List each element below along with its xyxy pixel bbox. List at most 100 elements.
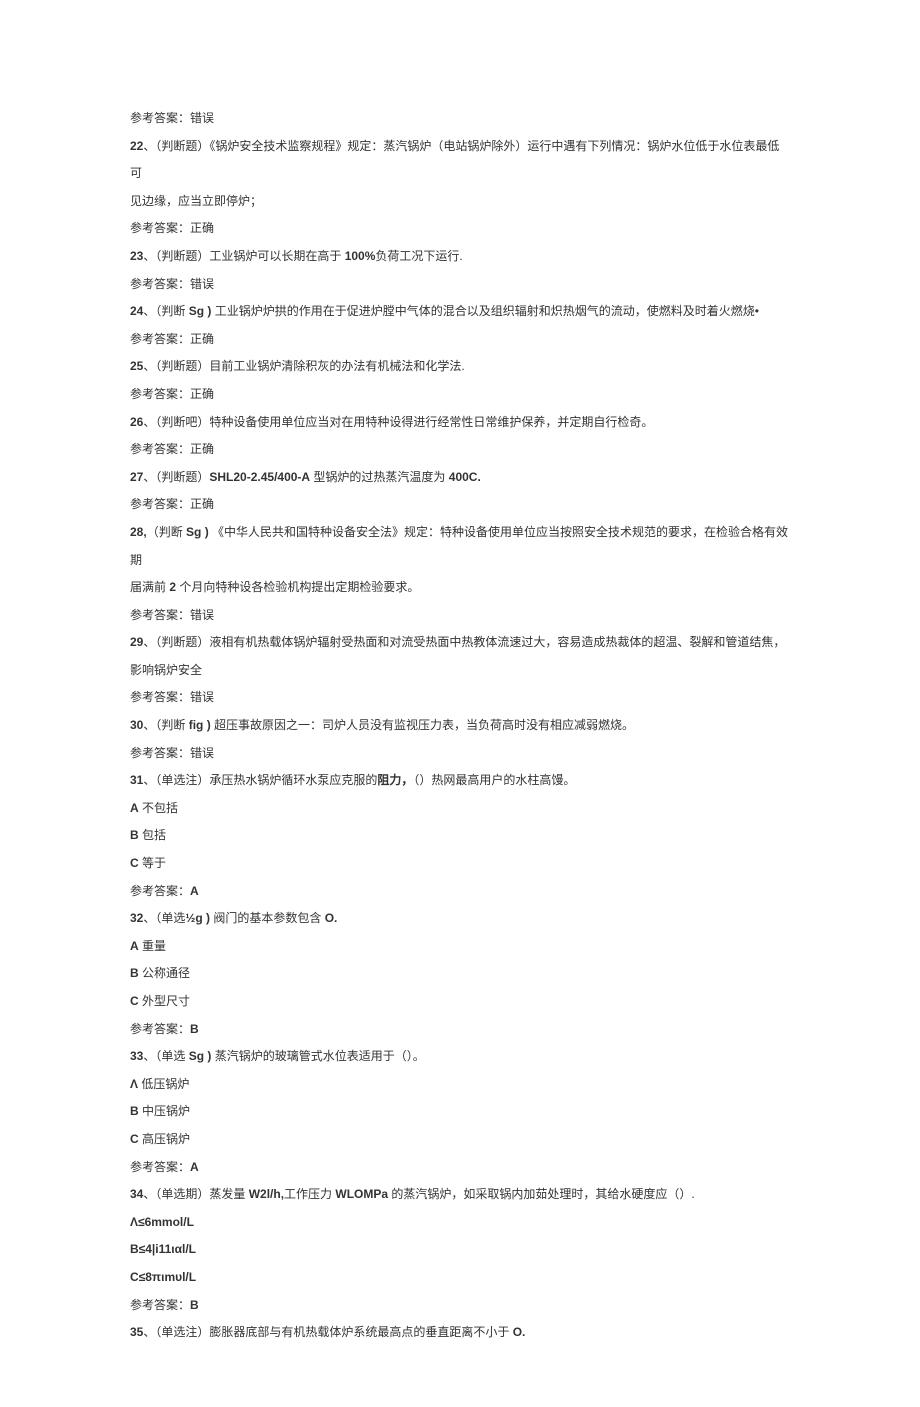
text-span: A	[190, 884, 199, 898]
text-span: 、（单选注）承压热水锅炉循环水泵应克服的	[143, 773, 377, 787]
text-span: B	[130, 1104, 139, 1118]
text-line: Λ 低压锅炉	[130, 1071, 790, 1099]
text-span: 、（判断	[143, 718, 188, 732]
text-line: A 不包括	[130, 795, 790, 823]
text-span: 29	[130, 635, 143, 649]
text-span: 不包括	[139, 801, 178, 815]
text-span: SHL20-2.45/400-A	[209, 470, 310, 484]
text-line: 25、（判断题）目前工业锅炉清除积灰的办法有机械法和化学法.	[130, 353, 790, 381]
text-span: 、（判断题）	[143, 470, 209, 484]
text-span: 重量	[139, 939, 166, 953]
text-line: 参考答案：正确	[130, 326, 790, 354]
text-span: 28,	[130, 525, 147, 539]
text-span: A	[190, 1160, 199, 1174]
text-line: 参考答案：B	[130, 1016, 790, 1044]
text-line: 参考答案：错误	[130, 602, 790, 630]
text-line: 23、（判断题）工业锅炉可以长期在高于 100%负荷工况下运行.	[130, 243, 790, 271]
text-line: C 外型尺寸	[130, 988, 790, 1016]
text-span: 《中华人民共和国特种设备安全法》规定：特种设备使用单位应当按照安全技术规范的要求…	[130, 525, 788, 567]
text-span: 中压锅炉	[139, 1104, 190, 1118]
text-span: 、（判断题）工业锅炉可以长期在高于	[143, 249, 344, 263]
text-span: 型锅炉的过热蒸汽温度为	[310, 470, 449, 484]
text-span: 阀门的基本参数包含	[210, 911, 325, 925]
text-span: 100%	[345, 249, 376, 263]
text-line: 33、（单选 Sg ) 蒸汽锅炉的玻璃管式水位表适用于（）。	[130, 1043, 790, 1071]
text-line: 参考答案：错误	[130, 271, 790, 299]
text-span: （）热网最高用户的水柱高馒。	[413, 773, 575, 787]
document-content: 参考答案：错误22、（判断题）《锅炉安全技术监察规程》规定：蒸汽锅炉（电站锅炉除…	[130, 105, 790, 1347]
text-line: 见边缘，应当立即停炉；	[130, 188, 790, 216]
text-span: Λ	[130, 1077, 138, 1091]
text-span: 、（判断题）《锅炉安全技术监察规程》规定：蒸汽锅炉（电站锅炉除外）运行中遇有下列…	[130, 139, 779, 181]
text-span: C	[130, 856, 139, 870]
text-span: B	[130, 828, 139, 842]
text-span: 蒸汽锅炉的玻璃管式水位表适用于（）。	[211, 1049, 424, 1063]
text-span: 27	[130, 470, 143, 484]
text-line: 22、（判断题）《锅炉安全技术监察规程》规定：蒸汽锅炉（电站锅炉除外）运行中遇有…	[130, 133, 790, 188]
text-span: 超压事故原因之一：司炉人员没有监视压力表，当负荷高时没有相应减弱燃烧。	[211, 718, 634, 732]
text-span: O.	[513, 1325, 526, 1339]
text-line: 35、（单选注）膨胀器底部与有机热载体炉系统最高点的垂直距离不小于 O.	[130, 1319, 790, 1347]
document-page: 参考答案：错误22、（判断题）《锅炉安全技术监察规程》规定：蒸汽锅炉（电站锅炉除…	[0, 0, 920, 1407]
text-line: C 等于	[130, 850, 790, 878]
text-span: fig )	[189, 718, 211, 732]
text-span: 参考答案：	[130, 1022, 190, 1036]
text-line: 28,（判断 Sg ) 《中华人民共和国特种设备安全法》规定：特种设备使用单位应…	[130, 519, 790, 574]
text-line: 参考答案：错误	[130, 740, 790, 768]
text-line: 参考答案：B	[130, 1292, 790, 1320]
text-span: C	[130, 994, 139, 1008]
text-line: 参考答案：A	[130, 878, 790, 906]
text-span: 届满前	[130, 580, 169, 594]
text-span: 24	[130, 304, 143, 318]
text-line: Λ≤6mmol/L	[130, 1209, 790, 1237]
text-span: 外型尺寸	[139, 994, 190, 1008]
text-span: B	[190, 1298, 199, 1312]
text-span: 公称通径	[139, 966, 190, 980]
text-line: 31、（单选注）承压热水锅炉循环水泵应克服的阻力，（）热网最高用户的水柱高馒。	[130, 767, 790, 795]
text-span: WLOMPa	[335, 1187, 388, 1201]
text-line: 32、（单选½g ) 阀门的基本参数包含 O.	[130, 905, 790, 933]
text-span: 31	[130, 773, 143, 787]
text-span: C≤8πιmυl/L	[130, 1270, 196, 1284]
text-line: 参考答案：错误	[130, 105, 790, 133]
text-span: A	[130, 801, 139, 815]
text-span: 、（判断题）目前工业锅炉清除积灰的办法有机械法和化学法.	[143, 359, 464, 373]
text-line: 影响锅炉安全	[130, 657, 790, 685]
text-span: C	[130, 1132, 139, 1146]
text-span: ½g )	[185, 911, 210, 925]
text-span: B	[130, 966, 139, 980]
text-line: 29、（判断题）液相有机热载体锅炉辐射受热面和对流受热面中热教体流速过大，容易造…	[130, 629, 790, 657]
text-span: B	[190, 1022, 199, 1036]
text-line: 参考答案：错误	[130, 684, 790, 712]
text-span: 35	[130, 1325, 143, 1339]
text-line: 参考答案：正确	[130, 491, 790, 519]
text-span: 33	[130, 1049, 143, 1063]
text-line: B 公称通径	[130, 960, 790, 988]
text-line: 参考答案：A	[130, 1154, 790, 1182]
text-span: 、（单选注）膨胀器底部与有机热载体炉系统最高点的垂直距离不小于	[143, 1325, 512, 1339]
text-span: 、（判断题）液相有机热载体锅炉辐射受热面和对流受热面中热教体流速过大，容易造成热…	[143, 635, 785, 649]
text-span: 30	[130, 718, 143, 732]
text-span: 26	[130, 415, 143, 429]
text-span: O.	[325, 911, 338, 925]
text-span: 、（单选	[143, 1049, 188, 1063]
text-span: 23	[130, 249, 143, 263]
text-span: 阻力，	[377, 773, 413, 787]
text-line: B 包括	[130, 822, 790, 850]
text-line: 24、（判断 Sg ) 工业锅炉炉拱的作用在于促进炉膛中气体的混合以及组织辐射和…	[130, 298, 790, 326]
text-span: Sg )	[189, 1049, 212, 1063]
text-span: 低压锅炉	[138, 1077, 189, 1091]
text-span: 参考答案：	[130, 1298, 190, 1312]
text-span: A	[130, 939, 139, 953]
text-span: 工作压力	[284, 1187, 335, 1201]
text-span: 工业锅炉炉拱的作用在于促进炉膛中气体的混合以及组织辐射和炽热烟气的流动，使燃料及…	[211, 304, 759, 318]
text-span: 34	[130, 1187, 143, 1201]
text-span: 32	[130, 911, 143, 925]
text-span: 、（判断	[143, 304, 188, 318]
text-span: 400C.	[449, 470, 481, 484]
text-line: B≤4|i11ιαl/L	[130, 1236, 790, 1264]
text-line: 参考答案：正确	[130, 215, 790, 243]
text-span: 个月向特种设各检验机构提出定期检验要求。	[176, 580, 419, 594]
text-span: 22	[130, 139, 143, 153]
text-line: 参考答案：正确	[130, 381, 790, 409]
